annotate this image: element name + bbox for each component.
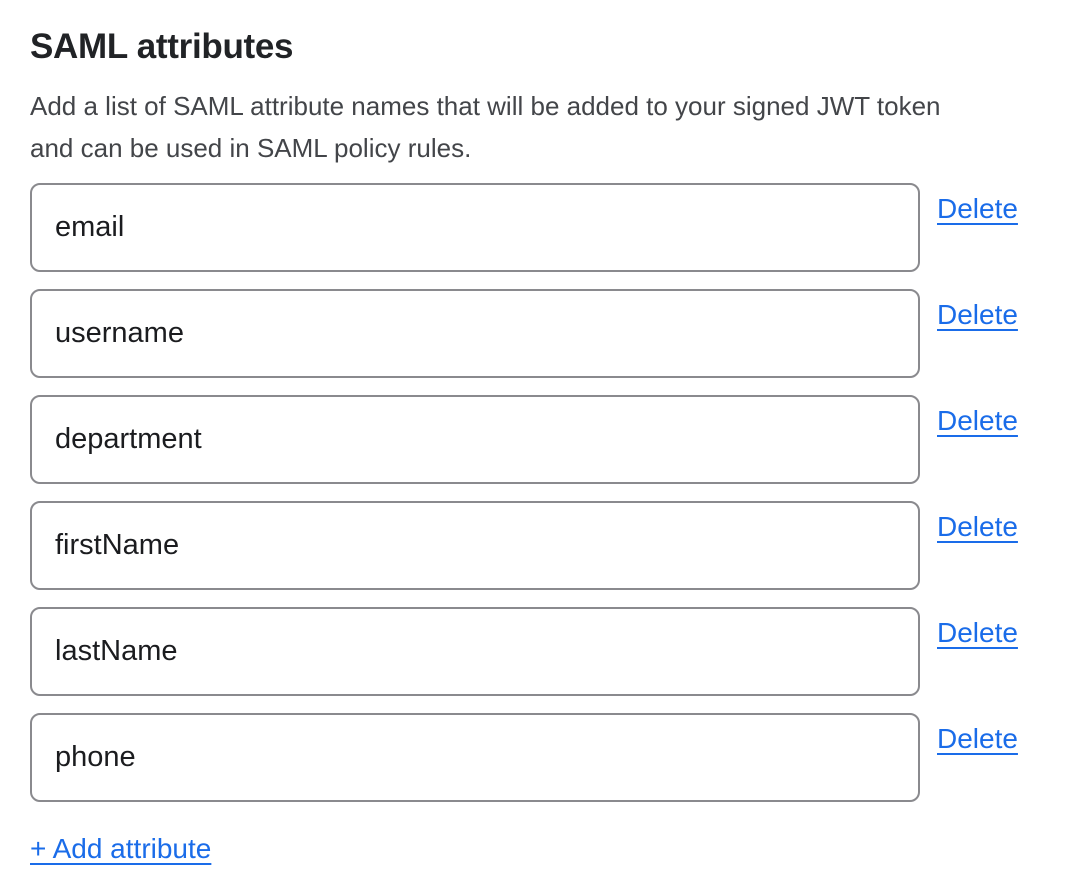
attribute-list: Delete Delete Delete Delete Delete Delet… <box>30 183 1036 802</box>
attribute-row: Delete <box>30 183 1036 272</box>
delete-attribute-link[interactable]: Delete <box>937 722 1018 756</box>
attribute-row: Delete <box>30 289 1036 378</box>
delete-attribute-link[interactable]: Delete <box>937 192 1018 226</box>
section-description: Add a list of SAML attribute names that … <box>30 85 1036 169</box>
attribute-row: Delete <box>30 713 1036 802</box>
attribute-input[interactable] <box>30 395 920 484</box>
add-attribute-link[interactable]: + Add attribute <box>30 832 211 866</box>
delete-attribute-link[interactable]: Delete <box>937 510 1018 544</box>
section-title: SAML attributes <box>30 26 1036 68</box>
delete-attribute-link[interactable]: Delete <box>937 404 1018 438</box>
saml-attributes-section: SAML attributes Add a list of SAML attri… <box>0 0 1066 886</box>
delete-attribute-link[interactable]: Delete <box>937 298 1018 332</box>
attribute-input[interactable] <box>30 607 920 696</box>
section-description-line-1: Add a list of SAML attribute names that … <box>30 85 1036 127</box>
attribute-input[interactable] <box>30 289 920 378</box>
attribute-input[interactable] <box>30 183 920 272</box>
attribute-row: Delete <box>30 395 1036 484</box>
section-description-line-2: and can be used in SAML policy rules. <box>30 127 1036 169</box>
delete-attribute-link[interactable]: Delete <box>937 616 1018 650</box>
attribute-row: Delete <box>30 501 1036 590</box>
attribute-input[interactable] <box>30 501 920 590</box>
attribute-row: Delete <box>30 607 1036 696</box>
attribute-input[interactable] <box>30 713 920 802</box>
